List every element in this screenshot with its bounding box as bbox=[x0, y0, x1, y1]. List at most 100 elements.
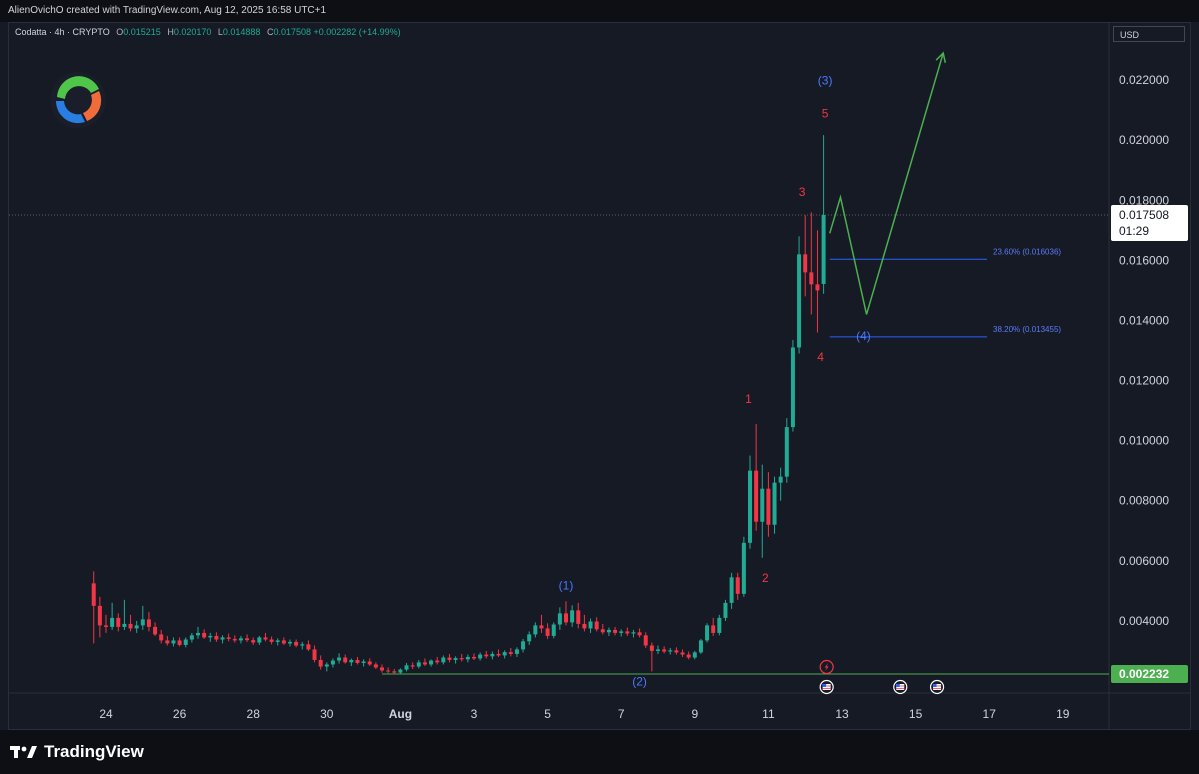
candle-body bbox=[766, 488, 771, 525]
time-tick-label: 9 bbox=[691, 707, 698, 721]
candle bbox=[245, 634, 250, 642]
time-tick-label: 19 bbox=[1056, 707, 1070, 721]
currency-selector[interactable]: USD bbox=[1113, 26, 1185, 42]
candle-body bbox=[790, 347, 795, 428]
codatta-logo bbox=[50, 72, 106, 128]
time-tick-label: Aug bbox=[389, 707, 412, 721]
candle-body bbox=[613, 629, 618, 633]
time-tick-label: 17 bbox=[983, 707, 997, 721]
ohlc-legend: Codatta · 4h · CRYPTO O0.015215 H0.02017… bbox=[15, 27, 401, 37]
candle-body bbox=[711, 625, 716, 633]
tradingview-brand[interactable]: TradingView bbox=[10, 742, 144, 762]
candle bbox=[514, 647, 519, 657]
change-value: +0.002282 (+14.99%) bbox=[313, 27, 401, 37]
projection-path bbox=[829, 52, 944, 315]
candle bbox=[110, 602, 115, 630]
candle bbox=[674, 647, 679, 655]
wave-label: 2 bbox=[762, 571, 769, 585]
candle bbox=[539, 614, 544, 633]
candle bbox=[649, 642, 654, 672]
candle-body bbox=[465, 656, 470, 660]
candle-body bbox=[153, 626, 158, 635]
candle bbox=[619, 629, 624, 637]
fib-level-label: 38.20% (0.013455) bbox=[993, 325, 1061, 334]
price-tick-label: 0.014000 bbox=[1119, 313, 1169, 327]
candle-body bbox=[625, 631, 630, 634]
candle bbox=[355, 656, 360, 665]
candle bbox=[729, 572, 734, 609]
candle-body bbox=[490, 653, 495, 657]
candle-body bbox=[680, 652, 685, 655]
candle-body bbox=[594, 621, 599, 630]
candle bbox=[226, 633, 231, 642]
candle-body bbox=[128, 623, 133, 629]
candle-body bbox=[631, 632, 636, 634]
candle-body bbox=[110, 617, 115, 627]
candle bbox=[821, 135, 826, 294]
candle bbox=[723, 599, 728, 621]
candle bbox=[183, 637, 188, 648]
candle-body bbox=[232, 638, 237, 641]
candle bbox=[748, 455, 752, 549]
candle-body bbox=[386, 670, 391, 672]
candle-body bbox=[674, 650, 679, 653]
candle-body bbox=[521, 641, 526, 650]
candle-body bbox=[355, 659, 360, 663]
candle-body bbox=[404, 665, 409, 670]
candle-body bbox=[398, 669, 403, 673]
price-tick-label: 0.004000 bbox=[1119, 614, 1169, 628]
candle bbox=[600, 623, 605, 635]
candle bbox=[576, 602, 581, 629]
candle bbox=[790, 339, 795, 432]
event-us-flag-icon bbox=[929, 679, 945, 695]
price-chart[interactable]: 0.0220000.0200000.0180000.0160000.014000… bbox=[9, 23, 1190, 729]
candle bbox=[643, 632, 648, 648]
candle bbox=[429, 659, 434, 667]
candle-body bbox=[472, 656, 476, 659]
candle bbox=[717, 614, 722, 636]
candle bbox=[754, 424, 759, 531]
event-us-flag-icon bbox=[893, 679, 908, 695]
candle-body bbox=[410, 665, 415, 667]
candle bbox=[361, 659, 366, 667]
candle bbox=[815, 230, 820, 333]
time-tick-label: 13 bbox=[835, 707, 849, 721]
candle-body bbox=[754, 470, 759, 522]
candle bbox=[803, 215, 808, 297]
candle bbox=[275, 638, 280, 646]
candle-body bbox=[729, 577, 734, 603]
candle-body bbox=[97, 605, 102, 626]
wave-label: 4 bbox=[817, 350, 824, 364]
candle-body bbox=[545, 628, 550, 636]
candle bbox=[564, 601, 568, 626]
candle-body bbox=[165, 640, 170, 644]
candle-body bbox=[576, 610, 581, 624]
wave-label: (4) bbox=[856, 329, 871, 343]
candle bbox=[220, 635, 225, 644]
candle bbox=[214, 632, 219, 642]
candle bbox=[202, 629, 207, 639]
candle bbox=[472, 653, 476, 660]
candle-body bbox=[429, 660, 434, 665]
candle bbox=[416, 659, 421, 669]
candle-body bbox=[251, 640, 256, 643]
candle-body bbox=[723, 602, 728, 618]
candle-body bbox=[692, 652, 697, 658]
candle bbox=[318, 655, 323, 670]
candle-body bbox=[361, 661, 366, 663]
candle bbox=[330, 658, 335, 668]
candle bbox=[288, 639, 292, 647]
candle-body bbox=[717, 617, 722, 633]
candle bbox=[404, 662, 409, 672]
price-tick-label: 0.016000 bbox=[1119, 253, 1169, 267]
candle bbox=[232, 635, 237, 643]
candle bbox=[692, 650, 697, 660]
candle-body bbox=[275, 640, 280, 642]
chart-pane[interactable]: 0.022000 0.020000 0.018000 0.016000 0.014000… bbox=[8, 22, 1191, 730]
candle-body bbox=[435, 660, 440, 663]
candle bbox=[306, 640, 311, 651]
candle-body bbox=[416, 662, 421, 667]
candle bbox=[508, 647, 513, 657]
candle bbox=[465, 654, 470, 663]
candle-body bbox=[533, 625, 538, 635]
